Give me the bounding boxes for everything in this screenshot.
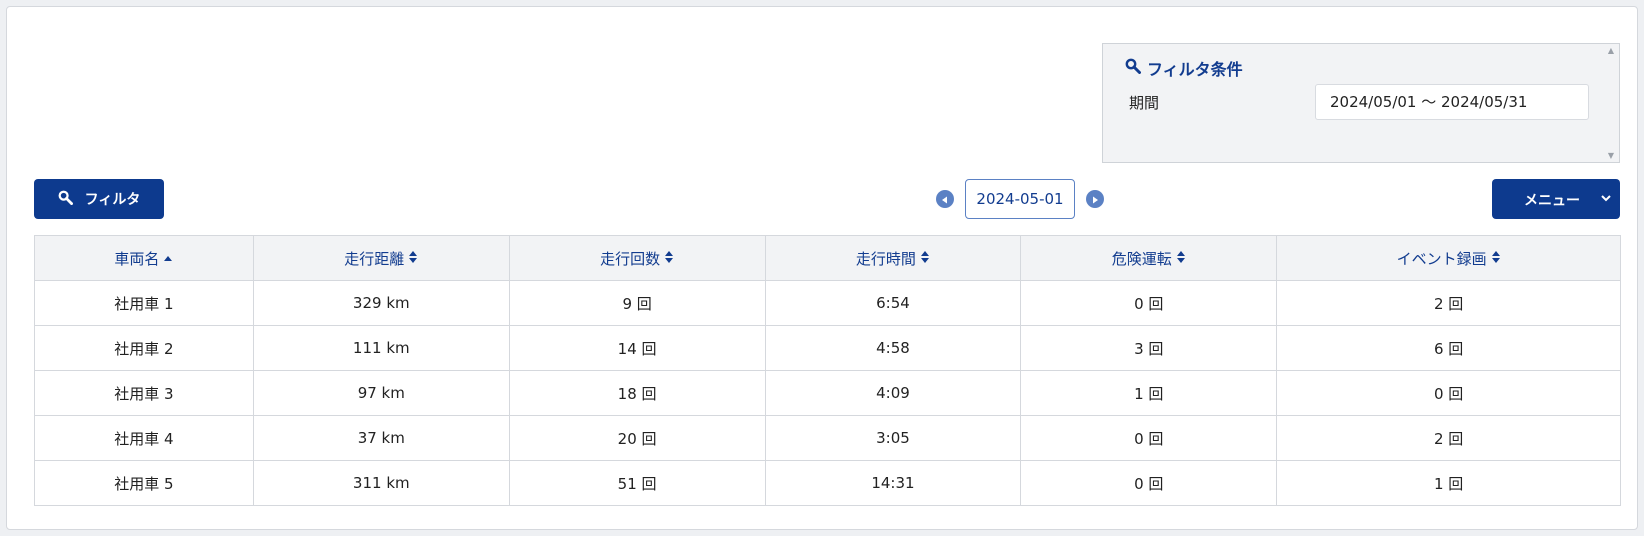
table-cell: 社用車 1 [34,280,254,326]
table-cell: 111 km [252,325,510,371]
period-label: 期間 [1129,94,1160,112]
menu-button[interactable]: メニュー [1492,179,1620,219]
table-cell: 0 回 [1020,460,1278,506]
table-cell: 37 km [252,415,510,461]
next-date-button[interactable] [1086,190,1104,208]
table-cell: 社用車 2 [34,325,254,371]
column-header-label: 走行回数 [600,249,661,268]
table-cell: 6 回 [1276,325,1621,371]
table-cell: 14 回 [508,325,766,371]
sort-icon[interactable] [664,250,674,268]
table-cell: 4:58 [764,325,1022,371]
previous-date-button[interactable] [936,190,954,208]
table-cell: 社用車 5 [34,460,254,506]
filter-conditions-box: フィルタ条件 期間 2024/05/01 〜 2024/05/31 ▲ ▼ [1102,43,1620,163]
table-body: 社用車 1 329 km 9 回 6:54 0 回2 回社用車 2 111 km 14 回4… [34,280,1621,506]
column-header[interactable]: 走行距離 [252,235,510,281]
table-cell: 社用車 3 [34,370,254,416]
period-field[interactable]: 2024/05/01 〜 2024/05/31 [1315,84,1589,120]
table-cell: 97 km [252,370,510,416]
table-cell: 2 回 [1276,415,1621,461]
column-header-label: イベント録画 [1396,249,1487,268]
sort-icon[interactable] [1176,250,1186,268]
table-cell: 9 回 [508,280,766,326]
sort-icon[interactable] [408,250,418,268]
table-cell: 311 km [252,460,510,506]
column-header-label: 走行時間 [855,249,916,268]
table-cell: 329 km [252,280,510,326]
column-header[interactable]: 走行回数 [508,235,766,281]
menu-button-label: メニュー [1524,193,1580,209]
date-selector[interactable]: 2024-05-01 [965,179,1075,219]
table-row[interactable]: 社用車 4 37 km 20 回 3:05 0 回2 回 [34,415,1621,461]
column-header[interactable]: イベント録画 [1276,235,1621,281]
circle-right-icon [1090,190,1100,209]
scroll-down-icon[interactable]: ▼ [1608,151,1614,160]
table-cell: 0 回 [1020,280,1278,326]
table-row[interactable]: 社用車 3 97 km 18 回 4:09 1 回0 回 [34,370,1621,416]
column-header-label: 走行距離 [344,249,405,268]
column-header[interactable]: 危険運転 [1020,235,1278,281]
table-cell: 1 回 [1020,370,1278,416]
table-cell: 20 回 [508,415,766,461]
table-cell: 51 回 [508,460,766,506]
search-icon [58,190,73,209]
column-header[interactable]: 車両名 [34,235,254,281]
table-cell: 0 回 [1020,415,1278,461]
filter-conditions-title-text: フィルタ条件 [1147,60,1243,79]
table-cell: 3:05 [764,415,1022,461]
table-cell: 4:09 [764,370,1022,416]
table-cell: 14:31 [764,460,1022,506]
filter-conditions-title: フィルタ条件 [1125,56,1243,80]
table-cell: 6:54 [764,280,1022,326]
vehicle-summary-table: 車両名 走行距離 走行回数 走行時間 危険運転 イベント録画 社用車 1 329 km 9 回… [34,235,1621,506]
table-cell: 1 回 [1276,460,1621,506]
filter-button-label: フィルタ [84,192,141,208]
sort-ascending-icon[interactable] [163,250,173,268]
sort-icon[interactable] [1491,250,1501,268]
table-row[interactable]: 社用車 2 111 km 14 回 4:58 3 回6 回 [34,325,1621,371]
table-cell: 2 回 [1276,280,1621,326]
table-cell: 社用車 4 [34,415,254,461]
sort-icon[interactable] [920,250,930,268]
column-header-label: 車両名 [114,249,160,268]
search-icon [1125,58,1141,78]
table-header-row: 車両名 走行距離 走行回数 走行時間 危険運転 イベント録画 [34,235,1621,281]
scroll-up-icon[interactable]: ▲ [1608,46,1614,55]
table-cell: 18 回 [508,370,766,416]
table-row[interactable]: 社用車 1 329 km 9 回 6:54 0 回2 回 [34,280,1621,326]
circle-left-icon [940,190,950,209]
filter-box-scrollbar[interactable]: ▲ ▼ [1605,46,1617,160]
column-header[interactable]: 走行時間 [764,235,1022,281]
table-row[interactable]: 社用車 5 311 km 51 回 14:31 0 回1 回 [34,460,1621,506]
column-header-label: 危険運転 [1111,249,1172,268]
chevron-down-icon [1600,192,1612,208]
table-cell: 3 回 [1020,325,1278,371]
table-cell: 0 回 [1276,370,1621,416]
filter-button[interactable]: フィルタ [34,179,164,219]
report-panel: フィルタ条件 期間 2024/05/01 〜 2024/05/31 ▲ ▼ フィ… [6,6,1638,530]
